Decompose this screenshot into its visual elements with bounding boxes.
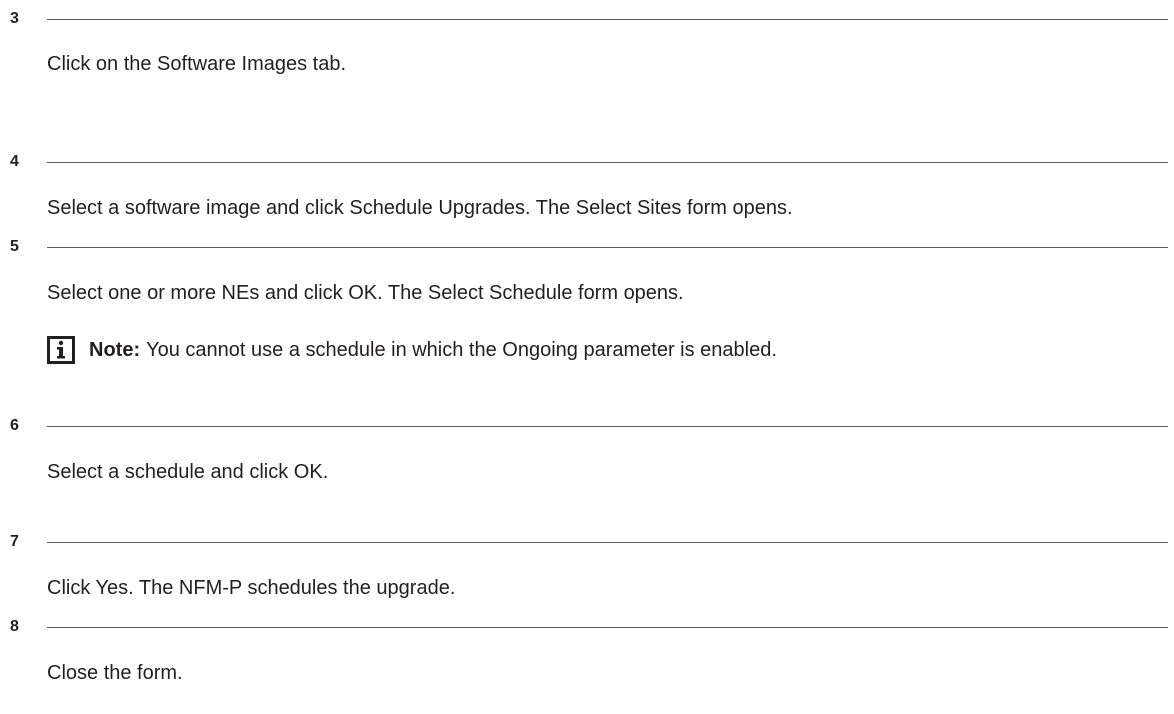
- step-instruction: Click Yes. The NFM-P schedules the upgra…: [47, 577, 456, 599]
- step-divider: [47, 162, 1168, 163]
- step-number: 3: [10, 10, 19, 27]
- step-4: 4 Select a software image and click Sche…: [0, 151, 1174, 219]
- note-text: You cannot use a schedule in which the O…: [146, 339, 777, 361]
- step-7: 7 Click Yes. The NFM-P schedules the upg…: [0, 531, 1174, 599]
- info-icon: [47, 336, 75, 364]
- step-number: 6: [10, 417, 19, 434]
- step-header: 3: [0, 8, 1174, 30]
- step-number: 8: [10, 618, 19, 635]
- step-header: 8: [0, 616, 1174, 638]
- step-instruction: Select a software image and click Schedu…: [47, 197, 793, 219]
- step-instruction: Select one or more NEs and click OK. The…: [47, 282, 684, 304]
- step-header: 4: [0, 151, 1174, 173]
- note-label: Note:: [89, 339, 141, 361]
- step-instruction: Click on the Software Images tab.: [47, 53, 347, 75]
- step-8: 8 Close the form.: [0, 616, 1174, 684]
- step-3: 3 Click on the Software Images tab.: [0, 8, 1174, 75]
- step-divider: [47, 19, 1168, 20]
- step-number: 5: [10, 238, 19, 255]
- step-divider: [47, 247, 1168, 248]
- note-callout: Note: You cannot use a schedule in which…: [47, 336, 777, 364]
- info-icon-glyph: [57, 340, 65, 359]
- step-divider: [47, 542, 1168, 543]
- step-instruction: Close the form.: [47, 662, 183, 684]
- step-header: 6: [0, 415, 1174, 437]
- step-header: 7: [0, 531, 1174, 553]
- step-instruction: Select a schedule and click OK.: [47, 461, 329, 483]
- step-divider: [47, 627, 1168, 628]
- step-divider: [47, 426, 1168, 427]
- step-number: 4: [10, 153, 19, 170]
- step-6: 6 Select a schedule and click OK.: [0, 415, 1174, 483]
- step-header: 5: [0, 236, 1174, 258]
- step-5: 5 Select one or more NEs and click OK. T…: [0, 236, 1174, 364]
- step-number: 7: [10, 533, 19, 550]
